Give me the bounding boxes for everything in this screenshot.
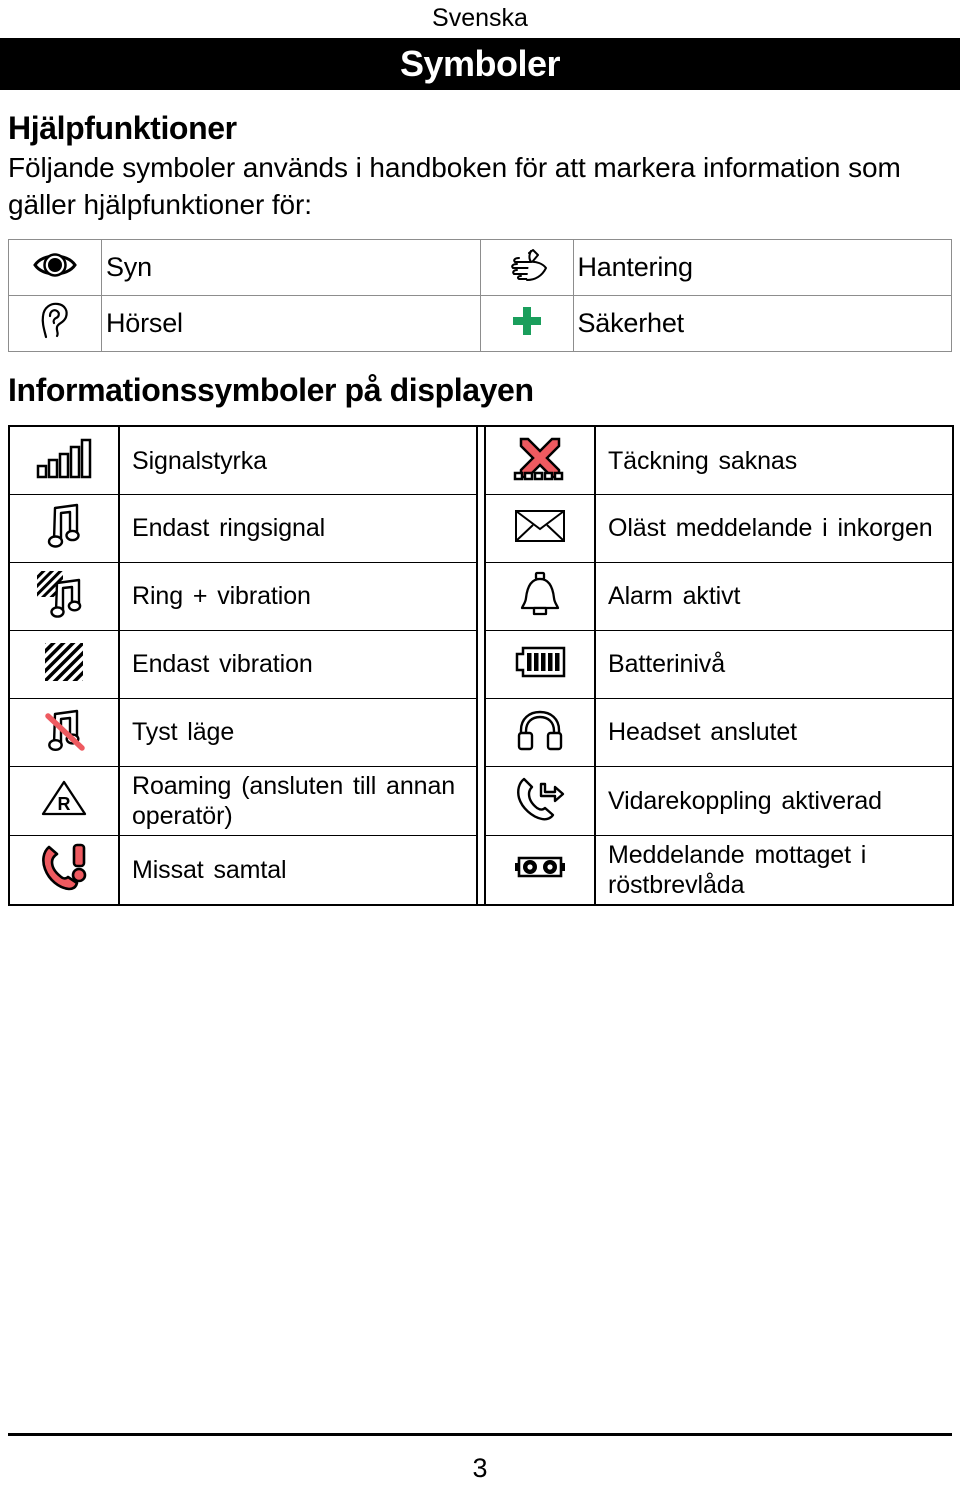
ring-and-vibrate-icon: [35, 569, 93, 619]
display-symbol-label: Vidarekoppling aktiverad: [594, 765, 954, 836]
section-intro-paragraph: Följande symboler används i handboken fö…: [8, 152, 901, 221]
table-column-gap: [476, 766, 486, 836]
no-coverage-icon-cell: [484, 425, 596, 495]
table-row: Signalstyrka Täckning saknas: [8, 425, 954, 495]
call-forward-icon-cell: [484, 765, 596, 836]
page-title: Symboler: [399, 43, 561, 84]
display-symbol-label: Endast vibration: [118, 629, 478, 699]
help-function-symbols-table: Syn Hantering Hörsel Säkerhet: [8, 239, 952, 353]
help-symbol-label: Hantering: [572, 239, 952, 297]
table-row: Tyst läge Headset anslutet: [8, 697, 954, 767]
roaming-icon-cell: R: [8, 765, 120, 836]
running-head: Svenska: [432, 4, 528, 32]
display-symbol-label: Alarm aktivt: [594, 561, 954, 631]
unread-message-icon-cell: [484, 493, 596, 563]
chapter-banner: Symboler: [0, 38, 960, 90]
battery-level-icon: [513, 645, 567, 679]
roaming-icon: R: [40, 779, 88, 817]
table-row: Endast ringsignal Oläst meddelande i ink…: [8, 493, 954, 563]
table-row: R Roaming (ansluten till annan operatör): [8, 765, 954, 836]
eye-icon-cell: [8, 239, 102, 297]
display-symbol-label: Headset anslutet: [594, 697, 954, 767]
alarm-bell-icon: [517, 571, 563, 617]
no-coverage-icon: [512, 435, 568, 481]
display-symbol-label: Tyst läge: [118, 697, 478, 767]
voicemail-icon-cell: [484, 834, 596, 906]
table-column-gap: [476, 630, 486, 699]
ring-and-vibrate-icon-cell: [8, 561, 120, 631]
page-number: 3: [472, 1453, 488, 1483]
display-symbol-label: Missat samtal: [118, 834, 478, 906]
eye-icon: [33, 250, 77, 280]
table-column-gap: [476, 698, 486, 767]
display-symbol-label: Ring + vibration: [118, 561, 478, 631]
footer-divider: [8, 1433, 952, 1436]
section-heading-help-functions: Hjälpfunktioner: [8, 110, 237, 146]
vibrate-only-icon: [43, 641, 85, 683]
call-forward-icon: [514, 774, 566, 822]
hand-icon-cell: [479, 239, 574, 297]
page-content: Hjälpfunktioner Följande symboler använd…: [0, 110, 960, 906]
hand-icon: [505, 247, 549, 283]
green-cross-icon-cell: [479, 295, 574, 353]
display-symbol-label: Roaming (ansluten till annan operatör): [118, 765, 478, 836]
table-column-gap: [476, 494, 486, 563]
voicemail-icon: [513, 852, 567, 882]
battery-level-icon-cell: [484, 629, 596, 699]
table-column-gap: [476, 426, 486, 495]
display-symbol-label: Endast ringsignal: [118, 493, 478, 563]
missed-call-icon-cell: [8, 834, 120, 906]
signal-strength-icon: [36, 437, 92, 479]
headset-icon-cell: [484, 697, 596, 767]
table-row: Hörsel Säkerhet: [8, 295, 952, 353]
display-symbol-label: Batterinivå: [594, 629, 954, 699]
table-column-gap: [476, 562, 486, 631]
silent-mode-icon-cell: [8, 697, 120, 767]
table-row: Ring + vibration Alarm aktivt: [8, 561, 954, 631]
ring-only-icon-cell: [8, 493, 120, 563]
display-symbols-table: Signalstyrka Täckning saknas Endast ring…: [8, 425, 954, 906]
ear-icon-cell: [8, 295, 102, 353]
unread-message-icon: [514, 509, 566, 543]
help-symbol-label: Hörsel: [101, 295, 481, 353]
alarm-bell-icon-cell: [484, 561, 596, 631]
silent-mode-icon: [40, 706, 88, 754]
headset-icon: [516, 708, 564, 752]
table-row: Missat samtal Meddelande mottaget i röst…: [8, 834, 954, 906]
display-symbol-label: Meddelande mottaget i röstbrevlåda: [594, 834, 954, 906]
svg-text:R: R: [58, 794, 71, 814]
table-row: Endast vibration Batterinivå: [8, 629, 954, 699]
table-row: Syn Hantering: [8, 239, 952, 297]
green-cross-icon: [512, 306, 542, 336]
display-symbol-label: Täckning saknas: [594, 425, 954, 495]
ear-icon: [38, 301, 72, 341]
display-symbol-label: Oläst meddelande i inkorgen: [594, 493, 954, 563]
table-column-gap: [476, 835, 486, 905]
display-symbol-label: Signalstyrka: [118, 425, 478, 495]
section-heading-display-symbols: Informationssymboler på displayen: [8, 372, 534, 409]
help-symbol-label: Syn: [101, 239, 481, 297]
missed-call-icon: [39, 842, 89, 892]
vibrate-only-icon-cell: [8, 629, 120, 699]
ring-only-icon: [42, 502, 86, 550]
signal-strength-icon-cell: [8, 425, 120, 495]
help-symbol-label: Säkerhet: [572, 295, 952, 353]
